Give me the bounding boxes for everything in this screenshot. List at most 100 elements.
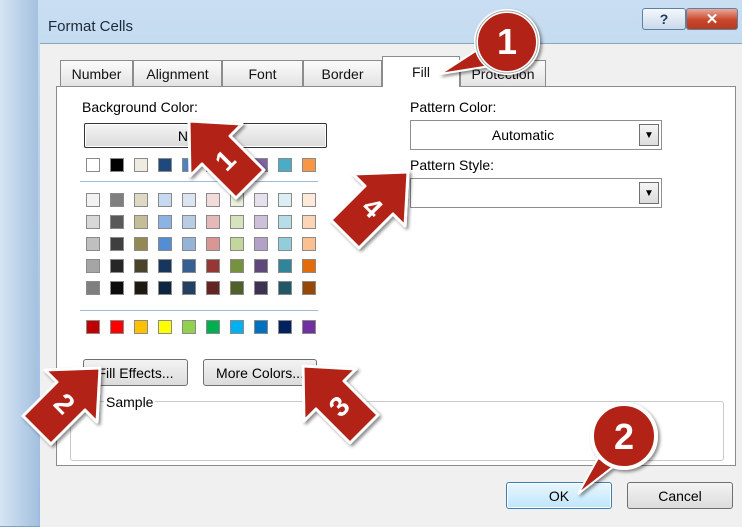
pattern-color-value: Automatic	[491, 127, 555, 143]
help-button[interactable]: ?	[642, 8, 686, 30]
color-swatch[interactable]	[254, 237, 268, 251]
color-swatch[interactable]	[302, 237, 316, 251]
color-swatch[interactable]	[110, 281, 124, 295]
color-swatch[interactable]	[182, 281, 196, 295]
color-swatch[interactable]	[86, 215, 100, 229]
color-swatch[interactable]	[278, 320, 292, 334]
color-swatch[interactable]	[86, 281, 100, 295]
color-swatch[interactable]	[134, 193, 148, 207]
close-icon: ✕	[705, 11, 719, 28]
pattern-style-value	[411, 179, 635, 207]
color-swatch[interactable]	[206, 281, 220, 295]
color-swatch[interactable]	[206, 193, 220, 207]
color-swatch[interactable]	[278, 158, 292, 172]
cancel-button[interactable]: Cancel	[627, 482, 733, 509]
color-swatch[interactable]	[182, 193, 196, 207]
help-icon: ?	[659, 11, 669, 27]
color-swatch[interactable]	[158, 158, 172, 172]
color-swatch[interactable]	[134, 320, 148, 334]
separator	[80, 181, 318, 182]
color-swatch[interactable]	[182, 320, 196, 334]
color-swatch[interactable]	[158, 320, 172, 334]
color-swatch[interactable]	[230, 215, 244, 229]
color-swatch[interactable]	[278, 193, 292, 207]
fill-effects-button[interactable]: Fill Effects...	[83, 359, 188, 386]
color-swatch[interactable]	[230, 281, 244, 295]
window-edge	[0, 0, 38, 526]
tab-alignment[interactable]: Alignment	[133, 60, 222, 86]
color-swatch[interactable]	[278, 259, 292, 273]
pattern-color-dropdown[interactable]: Automatic ▼	[410, 120, 662, 150]
color-swatch[interactable]	[182, 215, 196, 229]
color-swatch[interactable]	[110, 237, 124, 251]
tab-border[interactable]: Border	[303, 60, 382, 86]
close-button[interactable]: ✕	[686, 8, 738, 30]
tab-font[interactable]: Font	[222, 60, 303, 86]
color-swatch[interactable]	[182, 158, 196, 172]
color-swatch[interactable]	[110, 320, 124, 334]
color-swatch[interactable]	[86, 158, 100, 172]
color-swatch[interactable]	[86, 320, 100, 334]
color-swatch[interactable]	[182, 237, 196, 251]
color-swatch[interactable]	[254, 215, 268, 229]
color-swatch[interactable]	[86, 193, 100, 207]
color-swatch[interactable]	[302, 215, 316, 229]
color-swatch[interactable]	[134, 237, 148, 251]
color-swatch[interactable]	[230, 320, 244, 334]
color-swatch[interactable]	[230, 237, 244, 251]
color-swatch[interactable]	[158, 259, 172, 273]
swatch-row	[86, 237, 316, 251]
color-swatch[interactable]	[182, 259, 196, 273]
color-swatch[interactable]	[110, 158, 124, 172]
color-swatch[interactable]	[302, 320, 316, 334]
color-swatch[interactable]	[158, 215, 172, 229]
color-swatch[interactable]	[254, 320, 268, 334]
color-swatch[interactable]	[86, 259, 100, 273]
tab-protection[interactable]: Protection	[460, 60, 546, 86]
color-swatch[interactable]	[302, 193, 316, 207]
color-swatch[interactable]	[302, 158, 316, 172]
color-swatch[interactable]	[302, 259, 316, 273]
separator	[80, 310, 318, 311]
color-swatch[interactable]	[86, 237, 100, 251]
color-swatch[interactable]	[110, 193, 124, 207]
theme-shades-grid	[86, 193, 316, 295]
pattern-style-dropdown[interactable]: ▼	[410, 178, 662, 208]
color-swatch[interactable]	[230, 259, 244, 273]
color-swatch[interactable]	[134, 281, 148, 295]
color-swatch[interactable]	[158, 237, 172, 251]
color-swatch[interactable]	[254, 193, 268, 207]
color-swatch[interactable]	[278, 215, 292, 229]
color-swatch[interactable]	[206, 215, 220, 229]
ok-button[interactable]: OK	[506, 482, 612, 509]
swatch-row	[86, 193, 316, 207]
more-colors-button[interactable]: More Colors...	[203, 359, 317, 386]
color-swatch[interactable]	[134, 158, 148, 172]
color-swatch[interactable]	[230, 158, 244, 172]
color-swatch[interactable]	[206, 237, 220, 251]
standard-colors-row	[86, 320, 316, 334]
color-swatch[interactable]	[206, 320, 220, 334]
color-swatch[interactable]	[134, 215, 148, 229]
tab-number[interactable]: Number	[60, 60, 133, 86]
no-color-button[interactable]: No Color	[84, 123, 327, 148]
color-swatch[interactable]	[302, 281, 316, 295]
color-swatch[interactable]	[110, 259, 124, 273]
color-swatch[interactable]	[278, 237, 292, 251]
color-swatch[interactable]	[278, 281, 292, 295]
pattern-color-label: Pattern Color:	[410, 99, 497, 115]
color-swatch[interactable]	[254, 259, 268, 273]
color-swatch[interactable]	[158, 193, 172, 207]
color-swatch[interactable]	[134, 259, 148, 273]
chevron-down-icon[interactable]: ▼	[639, 124, 659, 146]
chevron-down-icon[interactable]: ▼	[639, 182, 659, 204]
theme-colors-row	[86, 158, 316, 172]
color-swatch[interactable]	[254, 281, 268, 295]
color-swatch[interactable]	[158, 281, 172, 295]
color-swatch[interactable]	[206, 259, 220, 273]
color-swatch[interactable]	[254, 158, 268, 172]
color-swatch[interactable]	[230, 193, 244, 207]
color-swatch[interactable]	[110, 215, 124, 229]
color-swatch[interactable]	[206, 158, 220, 172]
tab-fill[interactable]: Fill	[382, 56, 460, 87]
